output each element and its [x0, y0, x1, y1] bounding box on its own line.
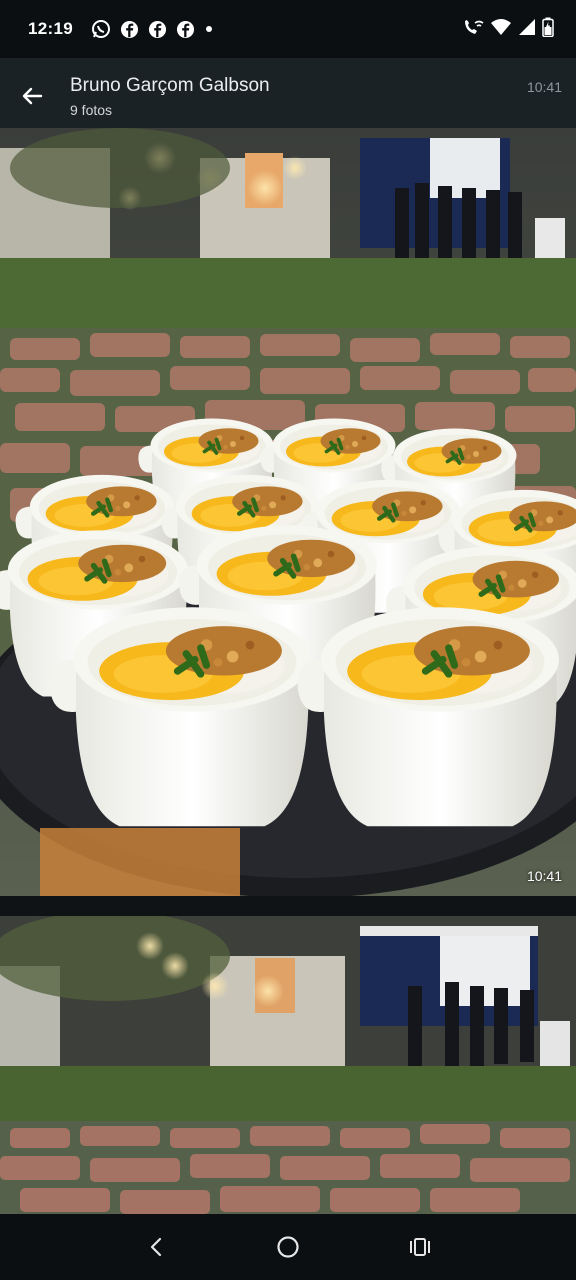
home-icon: [277, 1236, 299, 1258]
status-bar: 12:19: [0, 0, 576, 58]
back-button[interactable]: [16, 80, 48, 112]
recents-icon: [410, 1238, 430, 1256]
facebook-icon: [148, 20, 167, 39]
back-icon: [150, 1237, 162, 1257]
whatsapp-icon: [91, 19, 111, 39]
contact-name[interactable]: Bruno Garçom Galbson: [70, 75, 270, 97]
nav-recents-button[interactable]: [400, 1227, 440, 1267]
facebook-icon: [120, 20, 139, 39]
wifi-call-icon: [462, 17, 484, 42]
nav-home-button[interactable]: [268, 1227, 308, 1267]
battery-icon: [542, 17, 554, 42]
more-dot-icon: [204, 24, 214, 34]
chat-media-header: Bruno Garçom Galbson 9 fotos 10:41: [0, 58, 576, 128]
nav-back-button[interactable]: [136, 1227, 176, 1267]
wifi-icon: [490, 18, 512, 41]
photo-count: 9 fotos: [70, 102, 113, 118]
photo-catering-bowls[interactable]: 10:41: [0, 128, 576, 896]
photo-timestamp: 10:41: [526, 868, 562, 884]
signal-icon: [518, 18, 536, 41]
facebook-icon: [176, 20, 195, 39]
system-icons: [462, 17, 554, 42]
status-time: 12:19: [28, 19, 73, 38]
photo-image: [0, 916, 576, 1214]
header-timestamp: 10:41: [526, 79, 562, 95]
navigation-bar: [0, 1214, 576, 1280]
photo-garden[interactable]: [0, 916, 576, 1214]
back-arrow-icon: [22, 87, 43, 105]
photo-image: [0, 128, 576, 896]
notification-icons: [91, 19, 214, 39]
